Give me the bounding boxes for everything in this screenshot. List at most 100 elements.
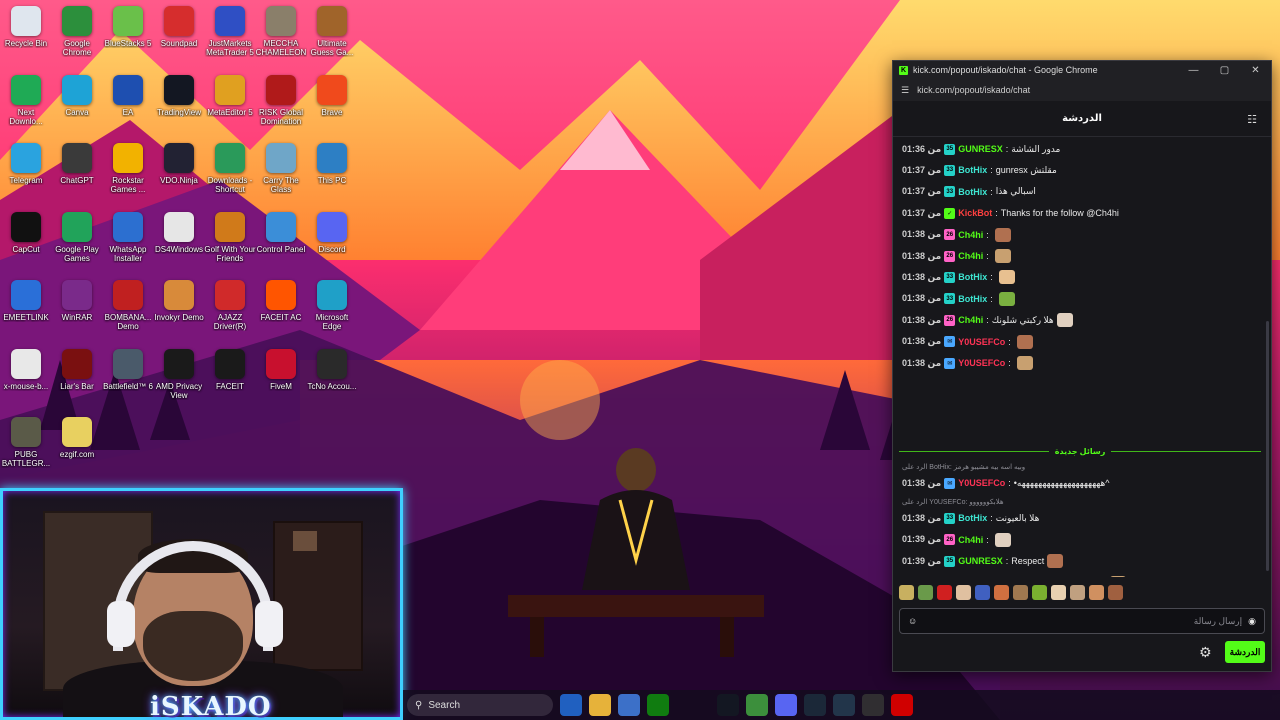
file-explorer-icon[interactable]: [589, 694, 611, 716]
emoji-picker-icon[interactable]: ☺: [908, 616, 917, 626]
quick-emote-icon[interactable]: [1089, 585, 1104, 600]
desktop-shortcut[interactable]: ezgif.com: [51, 417, 103, 459]
desktop-shortcut[interactable]: Battlefield™ 6: [102, 348, 154, 391]
chat-message[interactable]: 01:38 من 26 Ch4hi:: [902, 225, 1011, 245]
desktop-shortcut[interactable]: MetaEditor 5: [204, 74, 256, 117]
desktop-shortcut[interactable]: BOMBANA... Demo: [102, 280, 154, 331]
quick-emote-icon[interactable]: [994, 585, 1009, 600]
desktop-shortcut[interactable]: Next Downlo...: [0, 74, 52, 126]
site-settings-icon[interactable]: ☰: [901, 85, 909, 96]
chat-message[interactable]: 01:36 من 35 GUNRESX: مدور الشاشة: [902, 139, 1060, 159]
minimize-icon[interactable]: —: [1178, 65, 1209, 76]
message-username[interactable]: BotHix: [958, 294, 987, 304]
message-username[interactable]: Ch4hi: [958, 535, 983, 545]
desktop-shortcut[interactable]: Recycle Bin: [0, 6, 52, 48]
desktop-shortcut[interactable]: RISK Global Domination: [255, 74, 307, 126]
desktop-shortcut[interactable]: Downloads - Shortcut: [204, 143, 256, 194]
message-username[interactable]: GUNRESX: [958, 556, 1003, 566]
desktop-shortcut[interactable]: Canva: [51, 74, 103, 117]
discord-taskbar-icon[interactable]: [775, 694, 797, 716]
chat-message[interactable]: 01:38 من 33 BotHix:: [902, 267, 1015, 287]
desktop-shortcut[interactable]: TcNo Accou...: [306, 348, 358, 391]
chrome-taskbar-icon[interactable]: [746, 694, 768, 716]
desktop-shortcut[interactable]: x-mouse-b...: [0, 348, 52, 391]
desktop-shortcut[interactable]: WhatsApp Installer: [102, 211, 154, 263]
chat-message[interactable]: 01:39 من✉Y0USEFCo:هلا بشداد الحرموطططط: [902, 573, 1126, 577]
message-username[interactable]: Ch4hi: [958, 230, 983, 240]
quick-emote-icon[interactable]: [1070, 585, 1085, 600]
message-username[interactable]: KickBot: [958, 208, 992, 218]
chat-message[interactable]: 01:38 من ✉ Y0USEFCo:: [902, 353, 1033, 373]
send-chat-button[interactable]: الدردشة: [1225, 641, 1265, 663]
message-username[interactable]: Y0USEFCo: [958, 478, 1005, 488]
desktop-shortcut[interactable]: JustMarkets MetaTrader 5: [204, 6, 256, 57]
desktop-shortcut[interactable]: BlueStacks 5: [102, 6, 154, 48]
close-icon[interactable]: ✕: [1240, 65, 1271, 76]
attach-icon[interactable]: ◉: [1248, 616, 1256, 627]
chat-message[interactable]: 01:38 من ✉ Y0USEFCo:: [902, 332, 1033, 352]
desktop-shortcut[interactable]: Rockstar Games ...: [102, 143, 154, 194]
window-titlebar[interactable]: K kick.com/popout/iskado/chat - Google C…: [893, 61, 1271, 79]
desktop-shortcut[interactable]: FiveM: [255, 348, 307, 391]
obs-icon[interactable]: [862, 694, 884, 716]
chat-message[interactable]: 01:38 من 33 BotHix:: [902, 289, 1015, 309]
quick-emote-icon[interactable]: [1032, 585, 1047, 600]
desktop-shortcut[interactable]: Invokyr Demo: [153, 280, 205, 322]
desktop-shortcut[interactable]: VDO.Ninja: [153, 143, 205, 185]
message-username[interactable]: Y0USEFCo: [958, 337, 1005, 347]
desktop-shortcut[interactable]: Discord: [306, 211, 358, 254]
message-username[interactable]: BotHix: [958, 513, 987, 523]
quick-emote-icon[interactable]: [899, 585, 914, 600]
message-username[interactable]: Ch4hi: [958, 251, 983, 261]
widget-icon[interactable]: [560, 694, 582, 716]
chat-message[interactable]: 01:38 من 26 Ch4hi: هلا ركبتي شلونك: [902, 310, 1073, 330]
users-icon[interactable]: ☷: [1247, 113, 1257, 126]
chat-message[interactable]: 01:37 من 33 BotHix: اسبالي هذا: [902, 182, 1036, 202]
desktop-shortcut[interactable]: Google Play Games: [51, 211, 103, 263]
desktop-shortcut[interactable]: EA: [102, 74, 154, 117]
desktop-shortcut[interactable]: PUBG BATTLEGR...: [0, 417, 52, 468]
desktop-shortcut[interactable]: Carry The Glass: [255, 143, 307, 194]
desktop-shortcut[interactable]: WinRAR: [51, 280, 103, 322]
desktop-shortcut[interactable]: Control Panel: [255, 211, 307, 254]
chat-message[interactable]: 01:38 من ✉ Y0USEFCo: •ههههههههههههههههههههه…: [902, 473, 1110, 493]
quick-emote-icon[interactable]: [918, 585, 933, 600]
quick-emote-icon[interactable]: [1051, 585, 1066, 600]
steam-icon[interactable]: [804, 694, 826, 716]
desktop-shortcut[interactable]: Golf With Your Friends: [204, 211, 256, 263]
address-bar[interactable]: ☰ kick.com/popout/iskado/chat: [893, 79, 1271, 101]
quick-emote-icon[interactable]: [975, 585, 990, 600]
chat-message[interactable]: 01:39 من 35 GUNRESX: Respect: [902, 551, 1064, 571]
quick-emote-icon[interactable]: [1013, 585, 1028, 600]
quick-emote-icon[interactable]: [956, 585, 971, 600]
desktop-shortcut[interactable]: Soundpad: [153, 6, 205, 48]
message-username[interactable]: Ch4hi: [958, 315, 983, 325]
message-username[interactable]: Y0USEFCo: [958, 358, 1005, 368]
desktop-shortcut[interactable]: EMEETLINK: [0, 280, 52, 322]
desktop-shortcut[interactable]: Microsoft Edge: [306, 280, 358, 331]
desktop-shortcut[interactable]: Brave: [306, 74, 358, 117]
message-username[interactable]: BotHix: [958, 272, 987, 282]
message-username[interactable]: GUNRESX: [958, 144, 1003, 154]
desktop-shortcut[interactable]: Google Chrome: [51, 6, 103, 57]
desktop-shortcut[interactable]: ChatGPT: [51, 143, 103, 185]
desktop-shortcut[interactable]: AJAZZ Driver(R): [204, 280, 256, 331]
chat-message[interactable]: 01:38 من 33 BotHix: هلا بالعيونت: [902, 508, 1039, 528]
maximize-icon[interactable]: ▢: [1209, 65, 1240, 76]
message-username[interactable]: BotHix: [958, 187, 987, 197]
tradingview-taskbar-icon[interactable]: [717, 694, 739, 716]
quick-emote-icon[interactable]: [937, 585, 952, 600]
desktop-shortcut[interactable]: CapCut: [0, 211, 52, 254]
store-icon[interactable]: [618, 694, 640, 716]
desktop-shortcut[interactable]: Telegram: [0, 143, 52, 185]
chat-message[interactable]: 01:39 من 26 Ch4hi:: [902, 530, 1011, 550]
desktop-shortcut[interactable]: This PC: [306, 143, 358, 185]
steam-alt-icon[interactable]: [833, 694, 855, 716]
desktop-shortcut[interactable]: AMD Privacy View: [153, 348, 205, 400]
chat-message[interactable]: 01:37 من 33 BotHix: gunresx مقلتش: [902, 160, 1057, 180]
message-username[interactable]: BotHix: [958, 165, 987, 175]
desktop-shortcut[interactable]: MECCHA CHAMELEON: [255, 6, 307, 57]
desktop-shortcut[interactable]: FACEIT: [204, 348, 256, 391]
chat-message-input[interactable]: [923, 616, 1243, 626]
desktop-shortcut[interactable]: Liar's Bar: [51, 348, 103, 391]
